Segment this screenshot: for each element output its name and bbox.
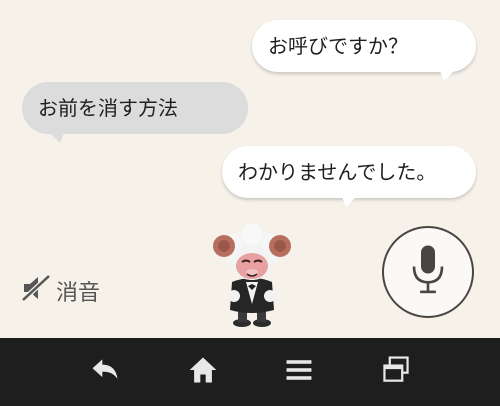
message-text: お呼びですか？ [268,34,408,58]
mute-toggle[interactable]: 消音 [20,274,100,308]
user-message-bubble: お前を消す方法 [22,82,248,143]
mute-label: 消音 [56,281,101,306]
menu-button[interactable] [281,354,317,390]
bubble-tail [342,197,356,207]
menu-icon [283,354,315,390]
voice-input-button[interactable] [382,226,474,318]
home-button[interactable] [185,354,221,390]
chat-area: お呼びですか？ お前を消す方法 わかりませんでした。 消音 [0,0,500,338]
bubble-tail [440,71,454,81]
message-text: わかりませんでした。 [238,160,437,184]
message-text: お前を消す方法 [38,96,178,120]
microphone-icon [407,243,449,301]
recent-apps-button[interactable] [378,354,414,390]
agent-message-bubble: お呼びですか？ [252,20,476,81]
bubble-tail [50,133,64,143]
recents-icon [380,354,412,390]
system-navigation-bar [0,338,500,406]
agent-message-bubble: わかりませんでした。 [222,146,476,207]
sheep-mascot[interactable] [210,223,294,328]
back-button[interactable] [87,354,123,390]
back-icon [89,354,121,390]
speaker-muted-icon [20,272,52,310]
home-icon [187,354,219,390]
